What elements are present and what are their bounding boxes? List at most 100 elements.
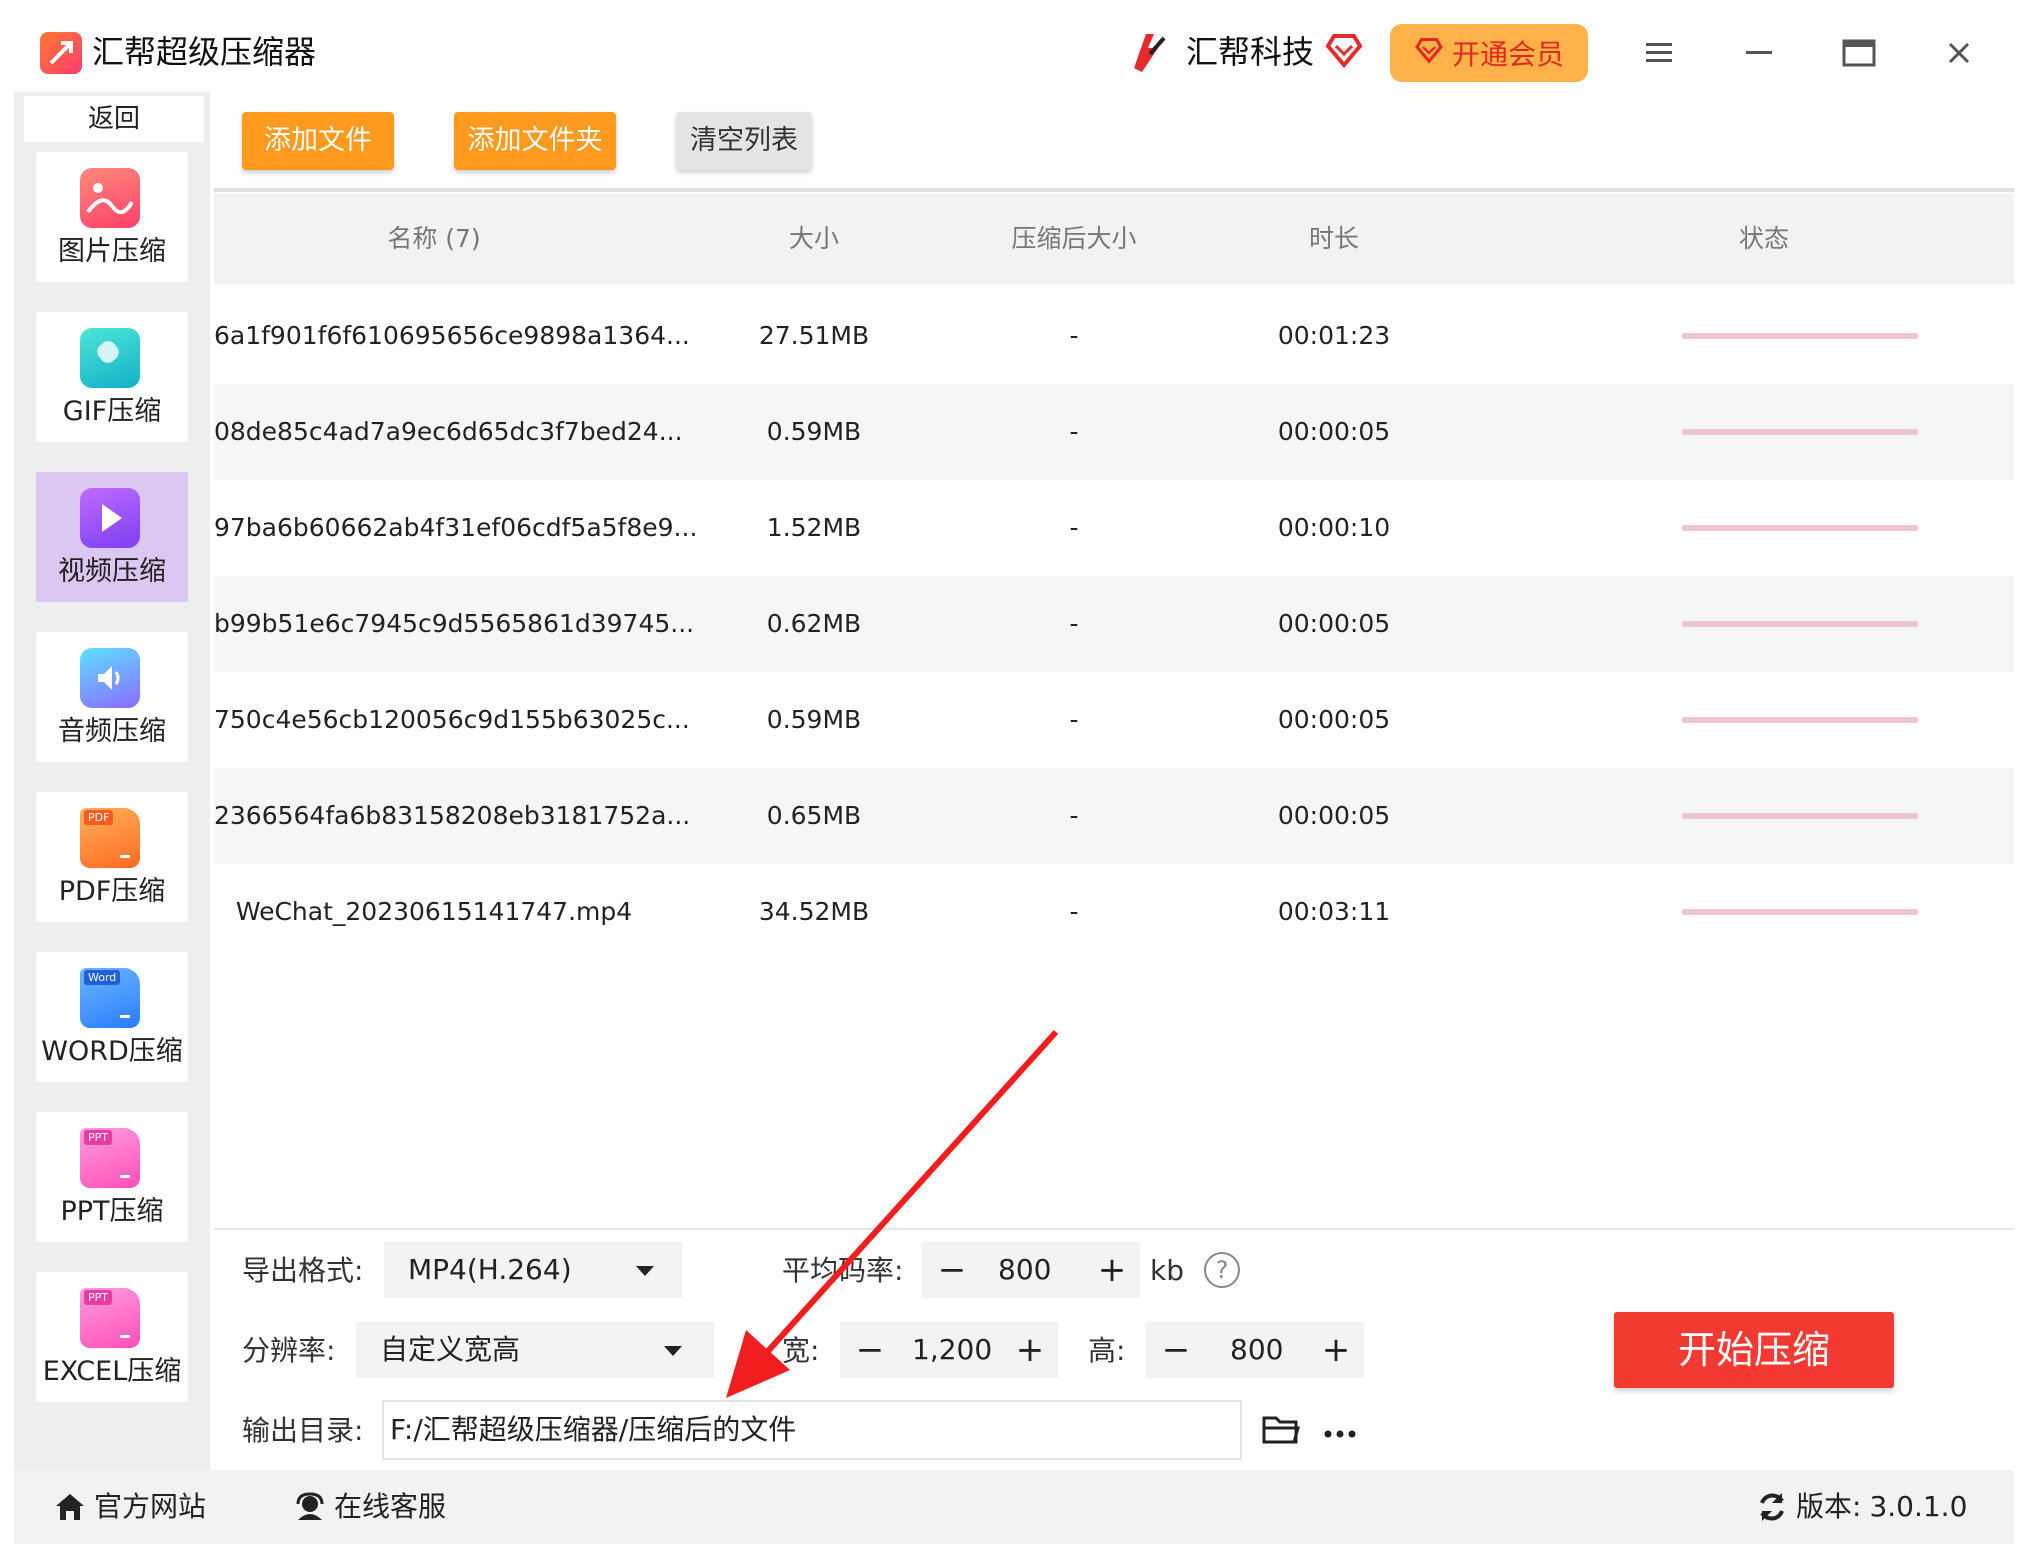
compressed-size: -: [1069, 513, 1079, 542]
compressed-size: -: [1069, 609, 1079, 638]
sidebar-item-excel[interactable]: PPT EXCEL压缩: [36, 1272, 188, 1402]
file-size: 34.52MB: [758, 897, 870, 926]
height-stepper[interactable]: − 800 +: [1146, 1322, 1364, 1378]
file-duration: 00:03:11: [1277, 897, 1391, 926]
height-increase-button[interactable]: +: [1316, 1322, 1356, 1378]
file-size: 0.62MB: [766, 609, 862, 638]
gif-icon: [80, 328, 140, 388]
minimize-button[interactable]: [1734, 30, 1784, 76]
app-title: 汇帮超级压缩器: [92, 33, 317, 71]
output-path-field[interactable]: F:/汇帮超级压缩器/压缩后的文件: [382, 1400, 1242, 1460]
sidebar-item-pdf[interactable]: PDF PDF压缩: [36, 792, 188, 922]
official-website-label: 官方网站: [94, 1490, 207, 1523]
app-logo-icon: [40, 32, 82, 74]
sidebar-item-gif[interactable]: GIF压缩: [36, 312, 188, 442]
add-folder-button[interactable]: 添加文件夹: [454, 112, 616, 170]
bitrate-decrease-button[interactable]: −: [932, 1242, 972, 1298]
hamburger-icon: [1646, 43, 1672, 62]
file-duration: 00:00:05: [1277, 417, 1391, 446]
status-progress-bar: [1682, 525, 1918, 531]
excel-icon: PPT: [80, 1288, 140, 1348]
table-row[interactable]: b99b51e6c7945c9d5565861d39745... 0.62MB - 0…: [214, 576, 2014, 672]
bitrate-label: 平均码率:: [782, 1254, 904, 1287]
format-label: 导出格式:: [242, 1254, 364, 1287]
width-increase-button[interactable]: +: [1010, 1322, 1050, 1378]
resolution-select[interactable]: 自定义宽高: [356, 1322, 714, 1378]
close-button[interactable]: [1934, 30, 1984, 76]
close-icon: [1948, 42, 1970, 64]
add-file-button[interactable]: 添加文件: [242, 112, 394, 170]
image-icon: [80, 168, 140, 228]
dropdown-arrow-icon: [664, 1346, 682, 1356]
word-icon: Word: [80, 968, 140, 1028]
start-compress-button[interactable]: 开始压缩: [1614, 1312, 1894, 1388]
table-header: 名称 (7) 大小 压缩后大小 时长 状态 操作: [214, 194, 2014, 284]
more-options-button[interactable]: [1322, 1414, 1358, 1444]
bitrate-stepper[interactable]: − 800 +: [922, 1242, 1140, 1298]
sidebar-item-word[interactable]: Word WORD压缩: [36, 952, 188, 1082]
online-support-link[interactable]: 在线客服: [294, 1480, 446, 1534]
sidebar-item-label: WORD压缩: [41, 1036, 183, 1067]
file-name: b99b51e6c7945c9d5565861d39745...: [214, 609, 695, 638]
clear-list-button[interactable]: 清空列表: [676, 112, 812, 170]
width-value: 1,200: [912, 1333, 993, 1366]
table-row[interactable]: 6a1f901f6f610695656ce9898a1364... 27.51MB…: [214, 288, 2014, 384]
table-row[interactable]: 2366564fa6b83158208eb3181752a... 0.65MB - 0…: [214, 768, 2014, 864]
vip-button[interactable]: 开通会员: [1390, 24, 1588, 82]
file-size: 27.51MB: [758, 321, 870, 350]
version-info[interactable]: 版本: 3.0.1.0: [1756, 1480, 1967, 1534]
sidebar-item-label: 音频压缩: [58, 716, 166, 747]
width-decrease-button[interactable]: −: [850, 1322, 890, 1378]
home-icon: [56, 1494, 84, 1520]
status-progress-bar: [1682, 717, 1918, 723]
file-duration: 00:00:05: [1277, 801, 1391, 830]
sidebar-item-image[interactable]: 图片压缩: [36, 152, 188, 282]
output-path-value: F:/汇帮超级压缩器/压缩后的文件: [390, 1413, 797, 1446]
excel-badge: PPT: [84, 1290, 112, 1305]
output-label: 输出目录:: [242, 1414, 364, 1447]
format-select[interactable]: MP4(H.264): [384, 1242, 682, 1298]
sidebar-item-label: 图片压缩: [58, 236, 166, 267]
brand-name: 汇帮科技: [1186, 33, 1315, 71]
height-decrease-button[interactable]: −: [1156, 1322, 1196, 1378]
maximize-button[interactable]: [1834, 30, 1884, 76]
header-status: 状态: [1738, 224, 1789, 253]
headset-icon: [296, 1492, 324, 1520]
file-duration: 00:00:05: [1277, 609, 1391, 638]
official-website-link[interactable]: 官方网站: [54, 1480, 206, 1534]
sidebar-item-ppt[interactable]: PPT PPT压缩: [36, 1112, 188, 1242]
file-duration: 00:00:05: [1277, 705, 1391, 734]
table-row[interactable]: 97ba6b60662ab4f31ef06cdf5a5f8e9... 1.52MB…: [214, 480, 2014, 576]
dropdown-arrow-icon: [636, 1266, 654, 1276]
table-row[interactable]: 750c4e56cb120056c9d155b63025c... 0.59MB - 0…: [214, 672, 2014, 768]
pdf-icon: PDF: [80, 808, 140, 868]
compressed-size: -: [1069, 705, 1079, 734]
help-icon[interactable]: ?: [1204, 1252, 1240, 1288]
version-label: 版本:: [1796, 1490, 1862, 1523]
sidebar-item-video[interactable]: 视频压缩: [36, 472, 188, 602]
word-badge: Word: [84, 970, 121, 985]
width-label: 宽:: [782, 1334, 820, 1367]
width-stepper[interactable]: − 1,200 +: [840, 1322, 1058, 1378]
file-name: WeChat_20230615141747.mp4: [235, 897, 633, 926]
table-row[interactable]: WeChat_20230615141747.mp4 34.52MB - 00:03:1…: [214, 864, 2014, 960]
status-progress-bar: [1682, 333, 1918, 339]
file-name: 97ba6b60662ab4f31ef06cdf5a5f8e9...: [214, 513, 698, 542]
file-name: 08de85c4ad7a9ec6d65dc3f7bed24...: [214, 417, 683, 446]
diamond-icon: [1414, 36, 1444, 71]
minimize-icon: [1746, 51, 1772, 54]
sidebar-item-audio[interactable]: 音频压缩: [36, 632, 188, 762]
status-progress-bar: [1682, 429, 1918, 435]
bitrate-unit: kb: [1150, 1254, 1184, 1287]
folder-icon: [1262, 1416, 1300, 1444]
header-size: 大小: [788, 224, 839, 253]
file-name: 750c4e56cb120056c9d155b63025c...: [214, 705, 690, 734]
menu-button[interactable]: [1634, 30, 1684, 76]
bitrate-increase-button[interactable]: +: [1092, 1242, 1132, 1298]
open-folder-button[interactable]: [1262, 1412, 1300, 1450]
table-row[interactable]: 08de85c4ad7a9ec6d65dc3f7bed24... 0.59MB - 0…: [214, 384, 2014, 480]
header-name: 名称 (7): [387, 224, 481, 253]
resolution-label: 分辨率:: [242, 1334, 336, 1367]
back-button[interactable]: 返回: [24, 96, 204, 142]
sidebar-item-label: PDF压缩: [58, 876, 166, 907]
